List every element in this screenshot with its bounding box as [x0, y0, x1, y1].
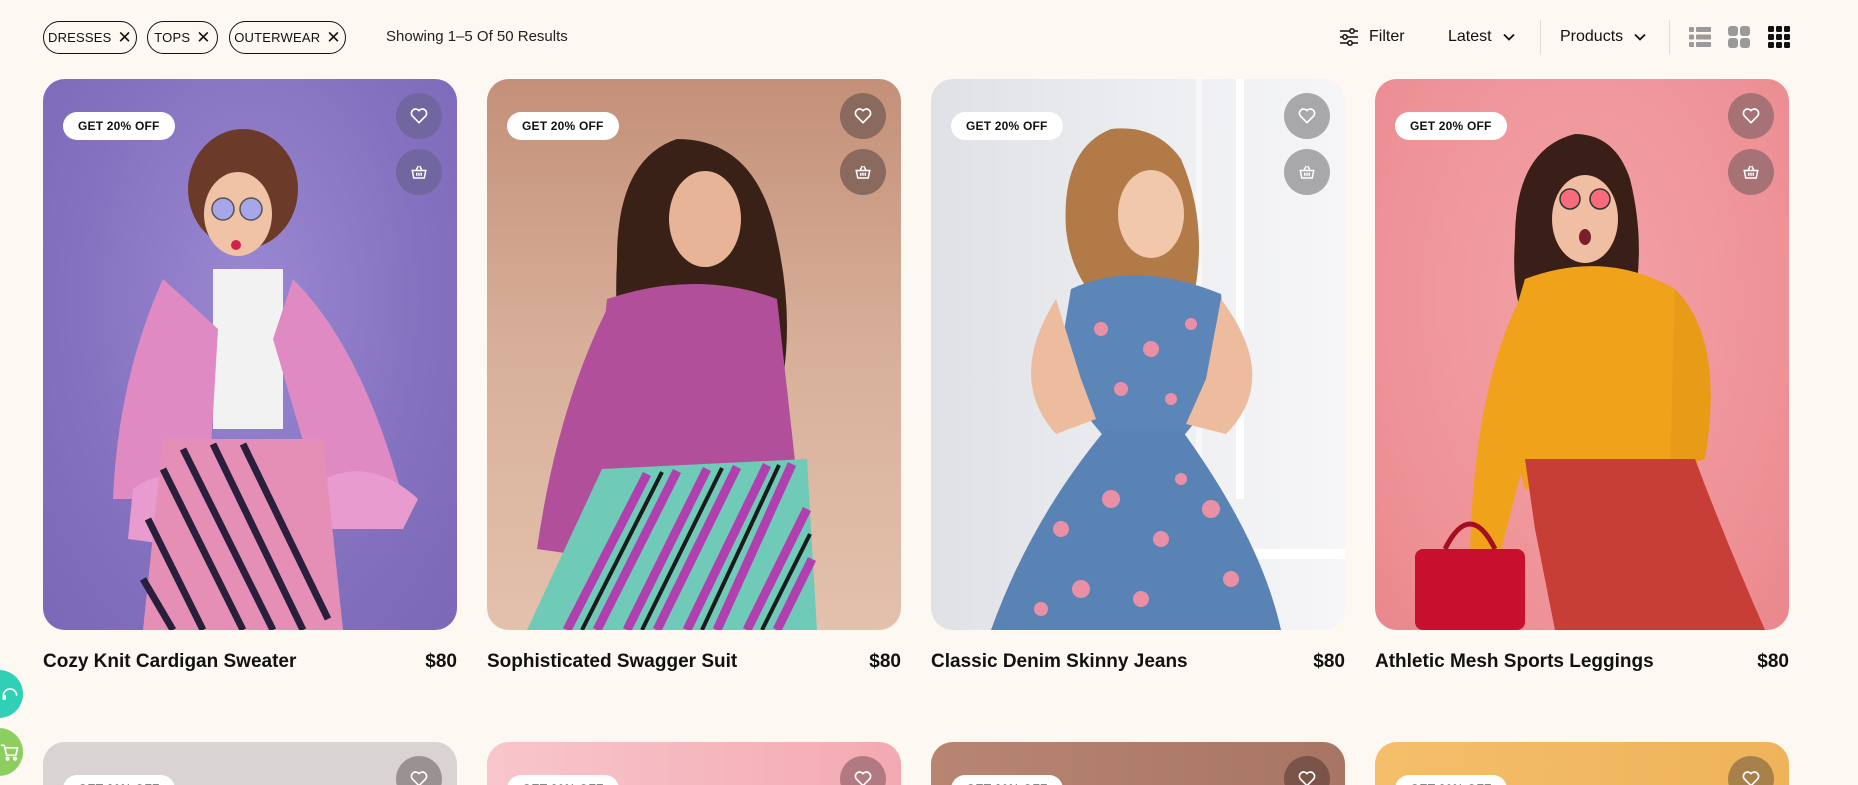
product-card[interactable]: GET 20% OFF: [931, 742, 1345, 785]
wishlist-button[interactable]: [1728, 756, 1774, 785]
wishlist-button[interactable]: [396, 756, 442, 785]
product-image[interactable]: GET 20% OFF: [1375, 742, 1789, 785]
sliders-icon: [1340, 28, 1358, 46]
discount-badge: GET 20% OFF: [1395, 775, 1507, 785]
product-card[interactable]: GET 20% OFF: [1375, 742, 1789, 785]
divider: [1669, 20, 1670, 54]
wishlist-button[interactable]: [396, 93, 442, 139]
add-to-cart-button[interactable]: [840, 149, 886, 195]
grid-3-view-icon[interactable]: [1767, 25, 1791, 49]
grid-2-view-icon[interactable]: [1727, 25, 1751, 49]
heart-icon: [854, 108, 872, 124]
wishlist-button[interactable]: [1728, 93, 1774, 139]
product-image[interactable]: GET 20% OFF: [487, 79, 901, 630]
sort-dropdown[interactable]: Latest: [1448, 24, 1516, 50]
add-to-cart-button[interactable]: [1284, 149, 1330, 195]
heart-icon: [1742, 771, 1760, 785]
heart-icon: [410, 771, 428, 785]
shop-toolbar: DRESSES ✕ TOPS ✕ OUTERWEAR ✕ Showing 1–5…: [0, 0, 1858, 75]
close-icon[interactable]: ✕: [196, 29, 210, 46]
basket-icon: [1743, 165, 1759, 179]
cart-icon: [0, 744, 19, 761]
add-to-cart-button[interactable]: [1728, 149, 1774, 195]
product-image[interactable]: GET 20% OFF: [931, 79, 1345, 630]
product-price: $80: [869, 651, 901, 672]
chip-label: OUTERWEAR: [234, 30, 321, 45]
product-price: $80: [1313, 651, 1345, 672]
model-illustration: [1415, 134, 1765, 630]
product-card[interactable]: GET 20% OFF: [43, 742, 457, 785]
model-illustration: [991, 79, 1345, 630]
discount-badge: GET 20% OFF: [507, 775, 619, 785]
filter-button[interactable]: Filter: [1339, 24, 1405, 50]
discount-badge: GET 20% OFF: [507, 112, 619, 140]
product-card[interactable]: GET 20% OFF Classic Denim Skinny Jeans $…: [931, 79, 1345, 689]
wishlist-button[interactable]: [1284, 756, 1330, 785]
product-price: $80: [425, 651, 457, 672]
filter-chip-tops[interactable]: TOPS ✕: [147, 21, 218, 54]
product-image[interactable]: GET 20% OFF: [43, 79, 457, 630]
discount-badge: GET 20% OFF: [951, 112, 1063, 140]
discount-badge: GET 20% OFF: [951, 775, 1063, 785]
sort-label: Latest: [1448, 28, 1492, 45]
add-to-cart-button[interactable]: [396, 149, 442, 195]
model-illustration: [527, 139, 817, 630]
category-dropdown[interactable]: Products: [1560, 24, 1647, 50]
headset-icon: [2, 688, 18, 700]
support-button[interactable]: [0, 670, 23, 718]
close-icon[interactable]: ✕: [118, 29, 132, 46]
discount-badge: GET 20% OFF: [63, 775, 175, 785]
cart-button[interactable]: [0, 728, 23, 776]
heart-icon: [854, 771, 872, 785]
wishlist-button[interactable]: [840, 756, 886, 785]
results-count: Showing 1–5 Of 50 Results: [386, 28, 568, 45]
heart-icon: [1742, 108, 1760, 124]
product-title[interactable]: Cozy Knit Cardigan Sweater: [43, 651, 296, 673]
product-card[interactable]: GET 20% OFF: [487, 742, 901, 785]
product-title[interactable]: Classic Denim Skinny Jeans: [931, 651, 1188, 673]
product-card[interactable]: GET 20% OFF Sophisticated Swagger Suit $…: [487, 79, 901, 689]
model-illustration: [113, 129, 418, 630]
filter-chip-outerwear[interactable]: OUTERWEAR ✕: [229, 21, 346, 54]
product-title[interactable]: Sophisticated Swagger Suit: [487, 651, 737, 673]
close-icon[interactable]: ✕: [326, 29, 340, 46]
divider: [1540, 20, 1541, 54]
heart-icon: [1298, 771, 1316, 785]
product-price: $80: [1757, 651, 1789, 672]
chevron-down-icon: [1634, 33, 1646, 41]
discount-badge: GET 20% OFF: [1395, 112, 1507, 140]
chevron-down-icon: [1502, 33, 1515, 41]
product-image[interactable]: GET 20% OFF: [931, 742, 1345, 785]
product-title[interactable]: Athletic Mesh Sports Leggings: [1375, 651, 1654, 673]
chip-label: DRESSES: [48, 30, 112, 45]
filter-label: Filter: [1369, 28, 1405, 45]
basket-icon: [855, 165, 871, 179]
product-image[interactable]: GET 20% OFF: [43, 742, 457, 785]
product-card[interactable]: GET 20% OFF Athletic Mesh Sports Legging…: [1375, 79, 1789, 689]
wishlist-button[interactable]: [840, 93, 886, 139]
list-view-icon[interactable]: [1688, 25, 1712, 49]
chip-label: TOPS: [154, 30, 191, 45]
product-image[interactable]: GET 20% OFF: [487, 742, 901, 785]
discount-badge: GET 20% OFF: [63, 112, 175, 140]
wishlist-button[interactable]: [1284, 93, 1330, 139]
heart-icon: [410, 108, 428, 124]
heart-icon: [1298, 108, 1316, 124]
filter-chip-dresses[interactable]: DRESSES ✕: [43, 21, 137, 54]
basket-icon: [411, 165, 427, 179]
product-image[interactable]: GET 20% OFF: [1375, 79, 1789, 630]
basket-icon: [1299, 165, 1315, 179]
category-label: Products: [1560, 28, 1624, 45]
product-card[interactable]: GET 20% OFF Cozy Knit Cardigan Sweater $…: [43, 79, 457, 689]
